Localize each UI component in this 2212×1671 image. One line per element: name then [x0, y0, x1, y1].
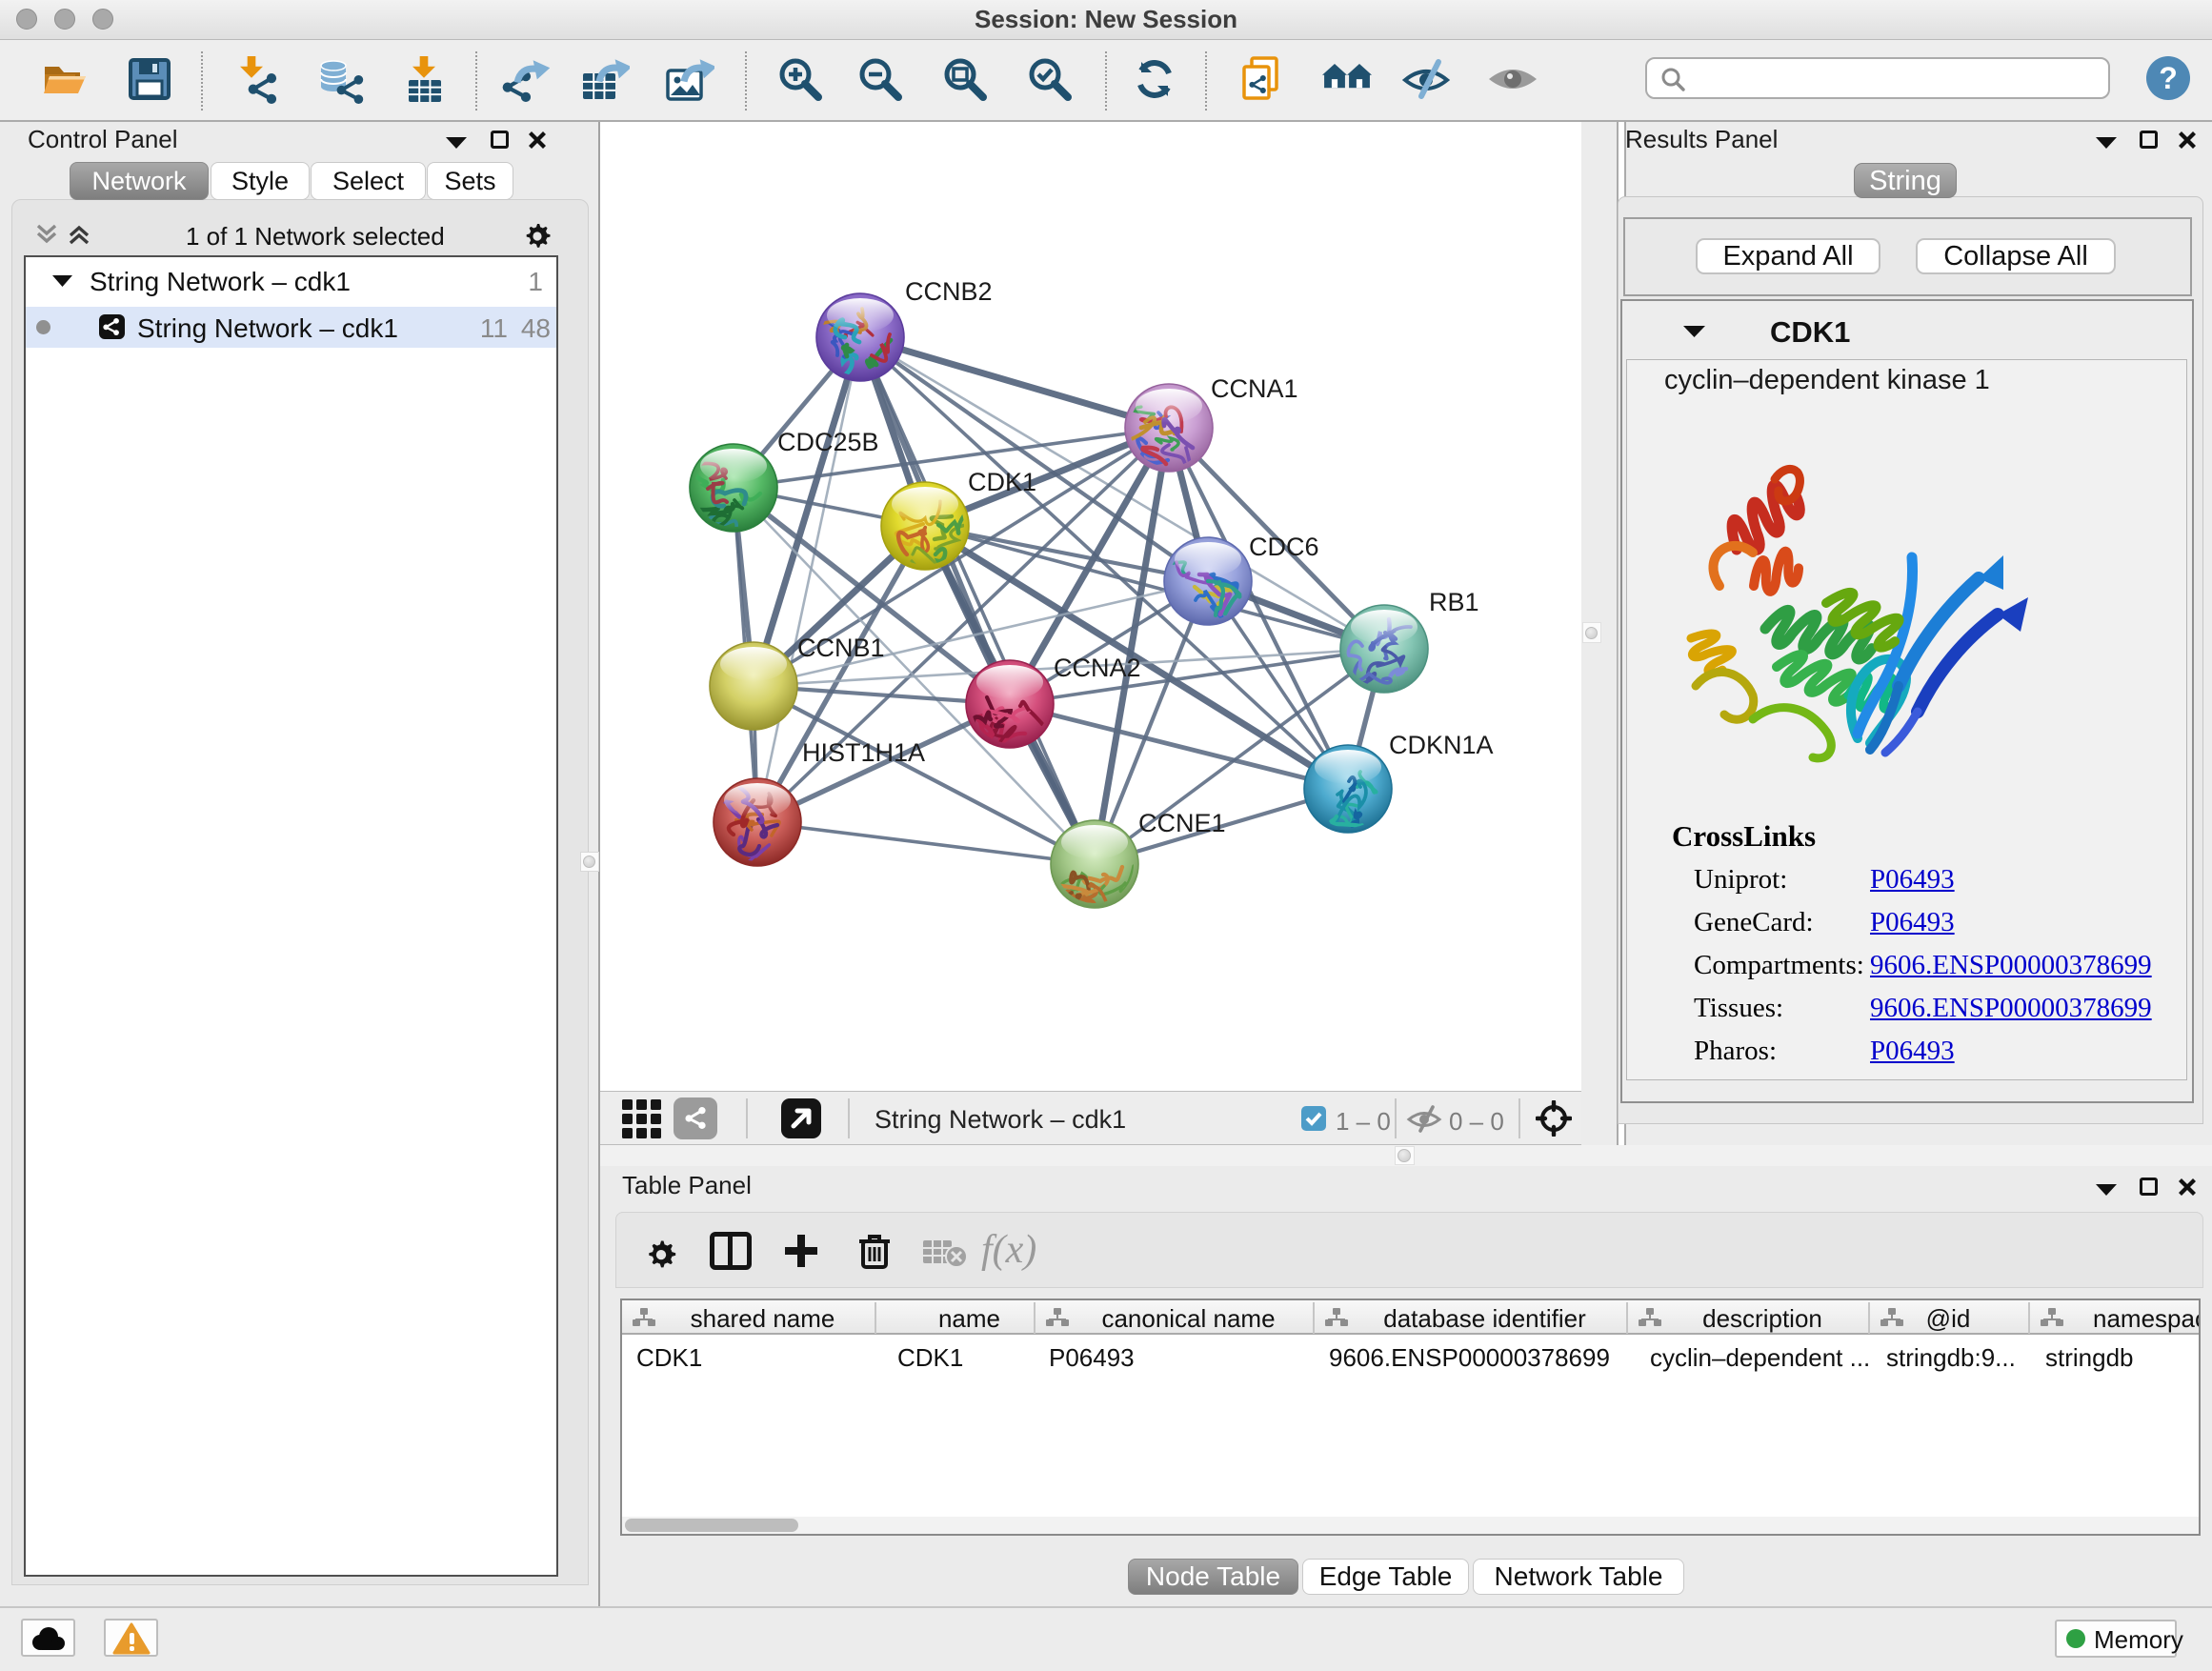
svg-text:CDK1: CDK1	[968, 468, 1036, 496]
svg-text:HIST1H1A: HIST1H1A	[802, 738, 925, 767]
svg-text:CCNA2: CCNA2	[1054, 654, 1141, 682]
svg-text:CDKN1A: CDKN1A	[1389, 731, 1494, 759]
svg-text:CCNA1: CCNA1	[1211, 374, 1298, 403]
svg-text:CDC6: CDC6	[1249, 533, 1319, 561]
svg-text:CDC25B: CDC25B	[777, 428, 879, 456]
svg-text:?: ?	[2159, 61, 2178, 95]
svg-text:CCNB2: CCNB2	[905, 277, 993, 306]
svg-text:RB1: RB1	[1429, 588, 1479, 616]
svg-text:CCNB1: CCNB1	[797, 634, 885, 662]
svg-text:CCNE1: CCNE1	[1138, 809, 1226, 837]
